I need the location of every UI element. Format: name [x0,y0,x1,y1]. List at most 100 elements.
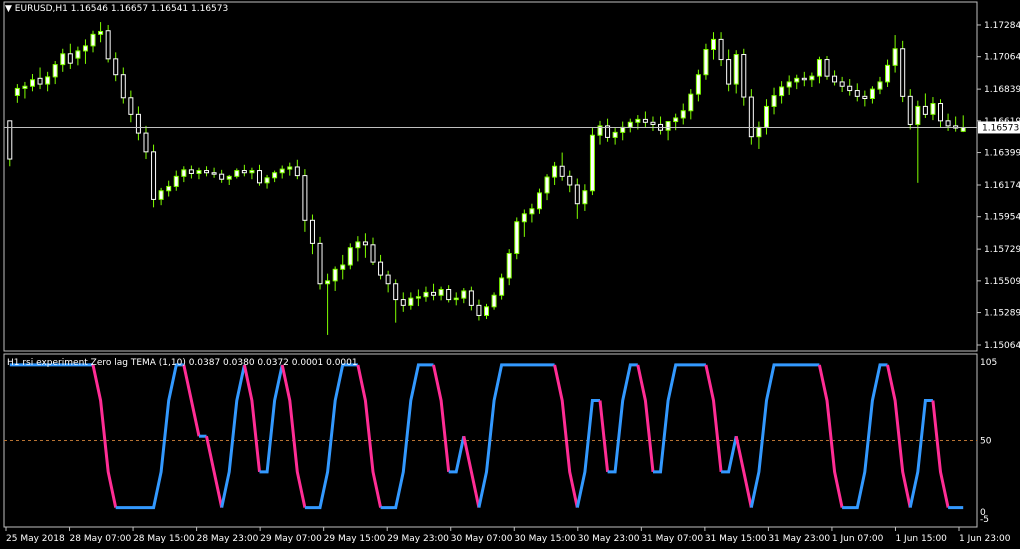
candle-body [415,296,421,299]
indicator-up-line [477,363,555,508]
price-tick-label: 1.16174 [984,181,1020,191]
candle-body [862,95,868,99]
candle-body [491,294,497,308]
candle-body [930,103,936,115]
candle-body [506,252,512,279]
candle-body [128,97,134,115]
candle-body [733,54,739,85]
candle-body [794,77,800,83]
candle-body [82,45,88,52]
candle-body [900,48,906,97]
indicator-up-line [749,363,820,508]
candle-body [907,95,913,125]
candle-body [431,291,437,296]
chart-canvas[interactable]: 1.16573 1.17284 1.17064 1.16839 1.16619 1.16… [0,0,1020,549]
candle-body [552,165,558,178]
time-tick-label: 28 May 23:00 [197,534,259,544]
candle-body [256,170,262,184]
candlestick-series [7,22,966,335]
candle-body [60,53,66,66]
candle-body [219,173,225,180]
time-tick-label: 1 Jun 07:00 [832,534,884,544]
candle-body [922,105,928,115]
indicator-tick-label: 50 [980,437,992,447]
candle-body [620,126,626,133]
candle-body [544,176,550,194]
candle-body [22,85,28,89]
candle-body [938,103,944,122]
time-tick-label: 30 May 07:00 [451,534,513,544]
candle-body [703,48,709,76]
candle-body [400,299,406,306]
candle-body [741,54,747,98]
indicator-down-line [817,364,844,508]
price-tick-label: 1.15509 [984,277,1020,287]
candle-body [612,131,618,138]
indicator-up-line [220,364,246,508]
time-tick-label: 1 Jun 15:00 [895,534,947,544]
candle-body [143,132,149,153]
time-tick-label: 31 May 07:00 [641,534,703,544]
candle-body [945,120,951,127]
candle-body [763,105,769,128]
indicator-up-line [653,363,706,474]
candle-body [105,30,111,60]
candle-body [832,75,838,83]
indicator-up-line [721,435,738,474]
candle-body [726,59,732,85]
candle-body [75,50,81,59]
indicator-up-line [575,399,600,508]
candle-body [196,170,202,174]
indicator-up-line [448,435,466,474]
candle-body [241,170,247,174]
indicator-down-line [280,364,307,508]
candle-body [529,208,535,215]
indicator-down-line [432,364,451,473]
candle-body [499,277,505,296]
price-tick-label: 1.17064 [984,53,1020,63]
candle-body [385,274,391,285]
candle-body [771,95,777,107]
indicator-up-line [115,363,184,510]
indicator-up-line [842,363,888,510]
candle-body [325,280,331,285]
time-tick-label: 29 May 15:00 [324,534,386,544]
candle-body [158,190,164,200]
candle-body [869,88,875,99]
candle-body [7,120,13,160]
candle-body [279,168,285,174]
candle-body [347,247,353,266]
main-pane-border [3,1,978,352]
dropdown-arrow-icon[interactable]: ▼ [5,4,12,14]
time-tick-label: 31 May 15:00 [705,534,767,544]
price-tick-label: 1.16839 [984,85,1020,95]
main-chart-title: EURUSD,H1 1.16546 1.16657 1.16541 1.1657… [14,4,229,14]
candle-body [711,38,717,50]
candle-body [37,77,43,85]
candle-body [885,64,891,83]
candle-body [211,172,217,175]
time-tick-label: 29 May 23:00 [387,534,449,544]
indicator-down-line [598,400,610,473]
candle-body [287,166,293,170]
candle-body [98,30,104,35]
candle-body [582,190,588,205]
candle-body [536,192,542,210]
indicator-up-line [607,363,638,474]
candle-body [521,213,527,223]
candle-body [52,64,58,78]
time-tick-label: 30 May 23:00 [578,534,640,544]
candle-body [468,290,474,306]
indicator-up-line [908,399,933,508]
time-tick-label: 29 May 07:00 [260,534,322,544]
candle-body [673,117,679,123]
candle-body [809,75,815,81]
indicator-down-line [91,364,118,508]
price-tick-label: 1.17284 [984,21,1020,31]
candle-body [45,76,51,85]
candle-body [446,289,452,301]
candle-body [718,38,724,61]
indicator-up-line [304,363,358,510]
candle-body [309,219,315,244]
indicator-series [4,363,977,510]
